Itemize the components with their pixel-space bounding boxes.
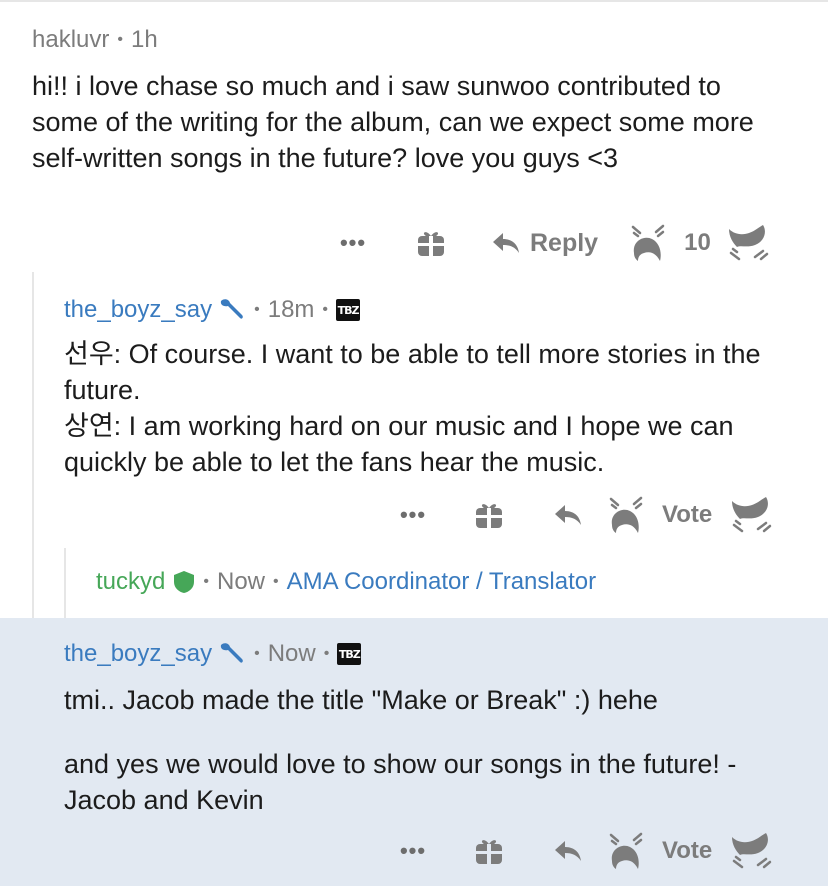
comment-body-paragraph: tmi.. Jacob made the title "Make or Brea… [64, 685, 658, 715]
upvote-icon[interactable] [608, 495, 644, 535]
score: 10 [684, 229, 711, 256]
top-border [0, 0, 828, 2]
comment-meta: hakluvr • 1h [32, 26, 802, 54]
timestamp: Now [216, 568, 265, 595]
reply-arrow-icon[interactable] [554, 839, 582, 863]
comment-body-line: 선우: Of course. I want to be able to tell… [64, 339, 761, 405]
comment-body-line: 상연: I am working hard on our music and I… [64, 411, 734, 477]
username[interactable]: the_boyz_say [64, 296, 212, 324]
reply-arrow-icon[interactable] [554, 503, 582, 527]
comment-the-boyz-say: the_boyz_say • 18m • TBZ 선우: Of course. … [64, 296, 804, 480]
gift-icon[interactable] [474, 836, 504, 866]
comment-actions: ••• Reply 10 [338, 218, 771, 268]
timestamp: 18m [267, 296, 315, 323]
separator-dot: • [254, 645, 260, 662]
comment-the-boyz-say-highlighted: the_boyz_say • Now • TBZ tmi.. Jacob mad… [64, 640, 804, 818]
username[interactable]: the_boyz_say [64, 640, 212, 668]
upvote-icon[interactable] [630, 223, 666, 263]
separator-dot: • [323, 645, 330, 662]
thread-line[interactable] [32, 272, 34, 618]
downvote-icon[interactable] [728, 831, 774, 871]
wrench-icon [220, 643, 243, 663]
user-flair-badge: TBZ [337, 643, 362, 665]
comment-meta: tuckyd • Now • AMA Coordinator / Transla… [96, 568, 816, 596]
reply-button[interactable]: Reply [492, 229, 598, 258]
reply-arrow-icon [493, 233, 519, 253]
upvote-icon[interactable] [608, 831, 644, 871]
comment-body-paragraph: and yes we would love to show our songs … [64, 749, 737, 815]
separator-dot: • [254, 301, 260, 318]
comment-hakluvr: hakluvr • 1h hi!! i love chase so much a… [32, 26, 802, 176]
timestamp: Now [267, 640, 316, 667]
comment-actions: ••• Vote [398, 490, 774, 540]
vote-label: Vote [662, 501, 713, 528]
user-flair: AMA Coordinator / Translator [286, 568, 597, 595]
downvote-icon[interactable] [725, 223, 771, 263]
comment-meta: the_boyz_say • Now • TBZ [64, 640, 804, 668]
thread-line[interactable] [64, 548, 66, 618]
wrench-icon [220, 299, 243, 319]
username[interactable]: tuckyd [96, 568, 165, 596]
reply-label: Reply [530, 228, 599, 257]
more-options-button[interactable]: ••• [398, 504, 428, 526]
gift-icon[interactable] [474, 500, 504, 530]
gift-icon[interactable] [416, 228, 446, 258]
username[interactable]: hakluvr [32, 26, 109, 54]
user-flair-badge: TBZ [336, 299, 361, 321]
shield-icon [174, 571, 195, 593]
comment-meta: the_boyz_say • 18m • TBZ [64, 296, 804, 324]
timestamp: 1h [130, 26, 158, 53]
separator-dot: • [117, 31, 123, 48]
comment-body: hi!! i love chase so much and i saw sunw… [32, 71, 754, 173]
separator-dot: • [203, 573, 209, 590]
comment-actions: ••• Vote [398, 826, 774, 876]
vote-label: Vote [662, 837, 713, 864]
more-options-button[interactable]: ••• [338, 232, 368, 254]
separator-dot: • [273, 573, 279, 590]
more-options-button[interactable]: ••• [398, 840, 428, 862]
separator-dot: • [322, 301, 329, 318]
downvote-icon[interactable] [728, 495, 774, 535]
comment-tuckyd[interactable]: tuckyd • Now • AMA Coordinator / Transla… [96, 568, 816, 596]
